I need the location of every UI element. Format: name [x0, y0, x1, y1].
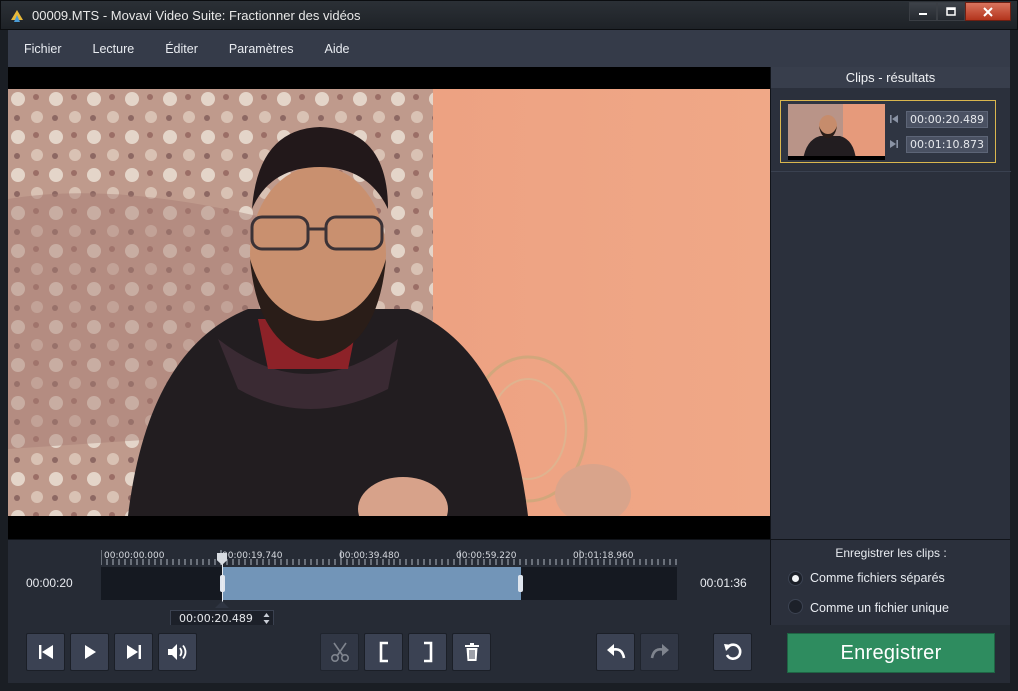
- maximize-icon: [946, 7, 956, 16]
- video-frame-image: [8, 89, 770, 516]
- menu-fichier[interactable]: Fichier: [24, 42, 62, 56]
- radio-separate-files-label[interactable]: Comme fichiers séparés: [810, 571, 945, 585]
- radio-single-file[interactable]: [788, 599, 803, 614]
- clip-end-time: 00:01:10.873: [906, 136, 988, 153]
- clip-thumbnail: [788, 104, 885, 160]
- current-time: 00:00:20: [26, 576, 73, 590]
- skip-forward-button[interactable]: [114, 633, 153, 671]
- window-controls: [909, 2, 1011, 21]
- menu-bar: Fichier Lecture Éditer Paramètres Aide: [8, 30, 1010, 67]
- playhead-line: [222, 563, 223, 603]
- menu-aide[interactable]: Aide: [324, 42, 349, 56]
- split-button[interactable]: [320, 633, 359, 671]
- mark-in-button[interactable]: [364, 633, 403, 671]
- clips-divider: [771, 171, 1011, 172]
- menu-editer[interactable]: Éditer: [165, 42, 198, 56]
- timeline-track[interactable]: [101, 553, 677, 608]
- bottom-toolbar: Enregistrer: [8, 625, 1010, 683]
- ruler-label: 00:01:18.960: [573, 551, 634, 561]
- timeline: 00:00:20 00:00:00.000 00:00:19.740 00:00…: [8, 539, 770, 627]
- minimize-icon: [919, 12, 927, 15]
- clip-start-icon: [890, 115, 898, 123]
- total-time: 00:01:36: [700, 576, 747, 590]
- ruler-label: 00:00:39.480: [339, 551, 400, 561]
- skip-back-icon: [38, 645, 53, 659]
- spin-arrows-icon[interactable]: [263, 612, 270, 625]
- redo-icon: [650, 644, 669, 659]
- clip-start-time: 00:00:20.489: [906, 111, 988, 128]
- play-icon: [84, 645, 96, 659]
- reset-icon: [723, 643, 741, 660]
- play-button[interactable]: [70, 633, 109, 671]
- selection-end-handle[interactable]: [518, 575, 523, 592]
- maximize-button[interactable]: [937, 2, 965, 21]
- timeline-ruler[interactable]: 00:00:00.000 00:00:19.740 00:00:39.480 0…: [101, 548, 677, 566]
- bracket-right-icon: [423, 641, 432, 663]
- delete-button[interactable]: [452, 633, 491, 671]
- save-button[interactable]: Enregistrer: [787, 633, 995, 673]
- playhead-pointer: [215, 601, 229, 608]
- volume-icon: [167, 644, 186, 660]
- skip-back-button[interactable]: [26, 633, 65, 671]
- position-time-value: 00:00:20.489: [179, 612, 253, 625]
- volume-button[interactable]: [158, 633, 197, 671]
- clip-item[interactable]: 00:00:20.489 00:01:10.873: [780, 100, 996, 163]
- selected-segment[interactable]: [222, 567, 521, 600]
- menu-parametres[interactable]: Paramètres: [229, 42, 294, 56]
- ruler-label: 00:00:59.220: [456, 551, 517, 561]
- clip-end-icon: [890, 140, 898, 148]
- redo-button[interactable]: [640, 633, 679, 671]
- menu-lecture[interactable]: Lecture: [93, 42, 135, 56]
- bracket-left-icon: [379, 641, 388, 663]
- trash-icon: [464, 643, 479, 661]
- clips-panel: Clips - résultats 00:00:20.489 00:01:10.…: [770, 67, 1011, 539]
- title-bar: 00009.MTS - Movavi Video Suite: Fraction…: [0, 0, 1018, 30]
- ruler-label: 00:00:19.740: [222, 551, 283, 561]
- minimize-button[interactable]: [909, 2, 937, 21]
- video-preview[interactable]: [8, 67, 770, 539]
- save-options-title: Enregistrer les clips :: [835, 546, 947, 560]
- undo-icon: [606, 644, 625, 659]
- skip-forward-icon: [126, 645, 141, 659]
- undo-button[interactable]: [596, 633, 635, 671]
- mark-out-button[interactable]: [408, 633, 447, 671]
- ruler-label: 00:00:00.000: [104, 551, 165, 561]
- scissors-icon: [330, 642, 349, 663]
- clips-header: Clips - résultats: [771, 67, 1010, 88]
- radio-single-file-label[interactable]: Comme un fichier unique: [810, 601, 949, 615]
- close-icon: [983, 6, 993, 17]
- close-button[interactable]: [965, 2, 1011, 21]
- reset-button[interactable]: [713, 633, 752, 671]
- app-logo-icon: [11, 10, 23, 22]
- radio-separate-files[interactable]: [788, 571, 803, 586]
- save-options-panel: Enregistrer les clips : Comme fichiers s…: [770, 539, 1010, 625]
- window-title: 00009.MTS - Movavi Video Suite: Fraction…: [32, 8, 361, 23]
